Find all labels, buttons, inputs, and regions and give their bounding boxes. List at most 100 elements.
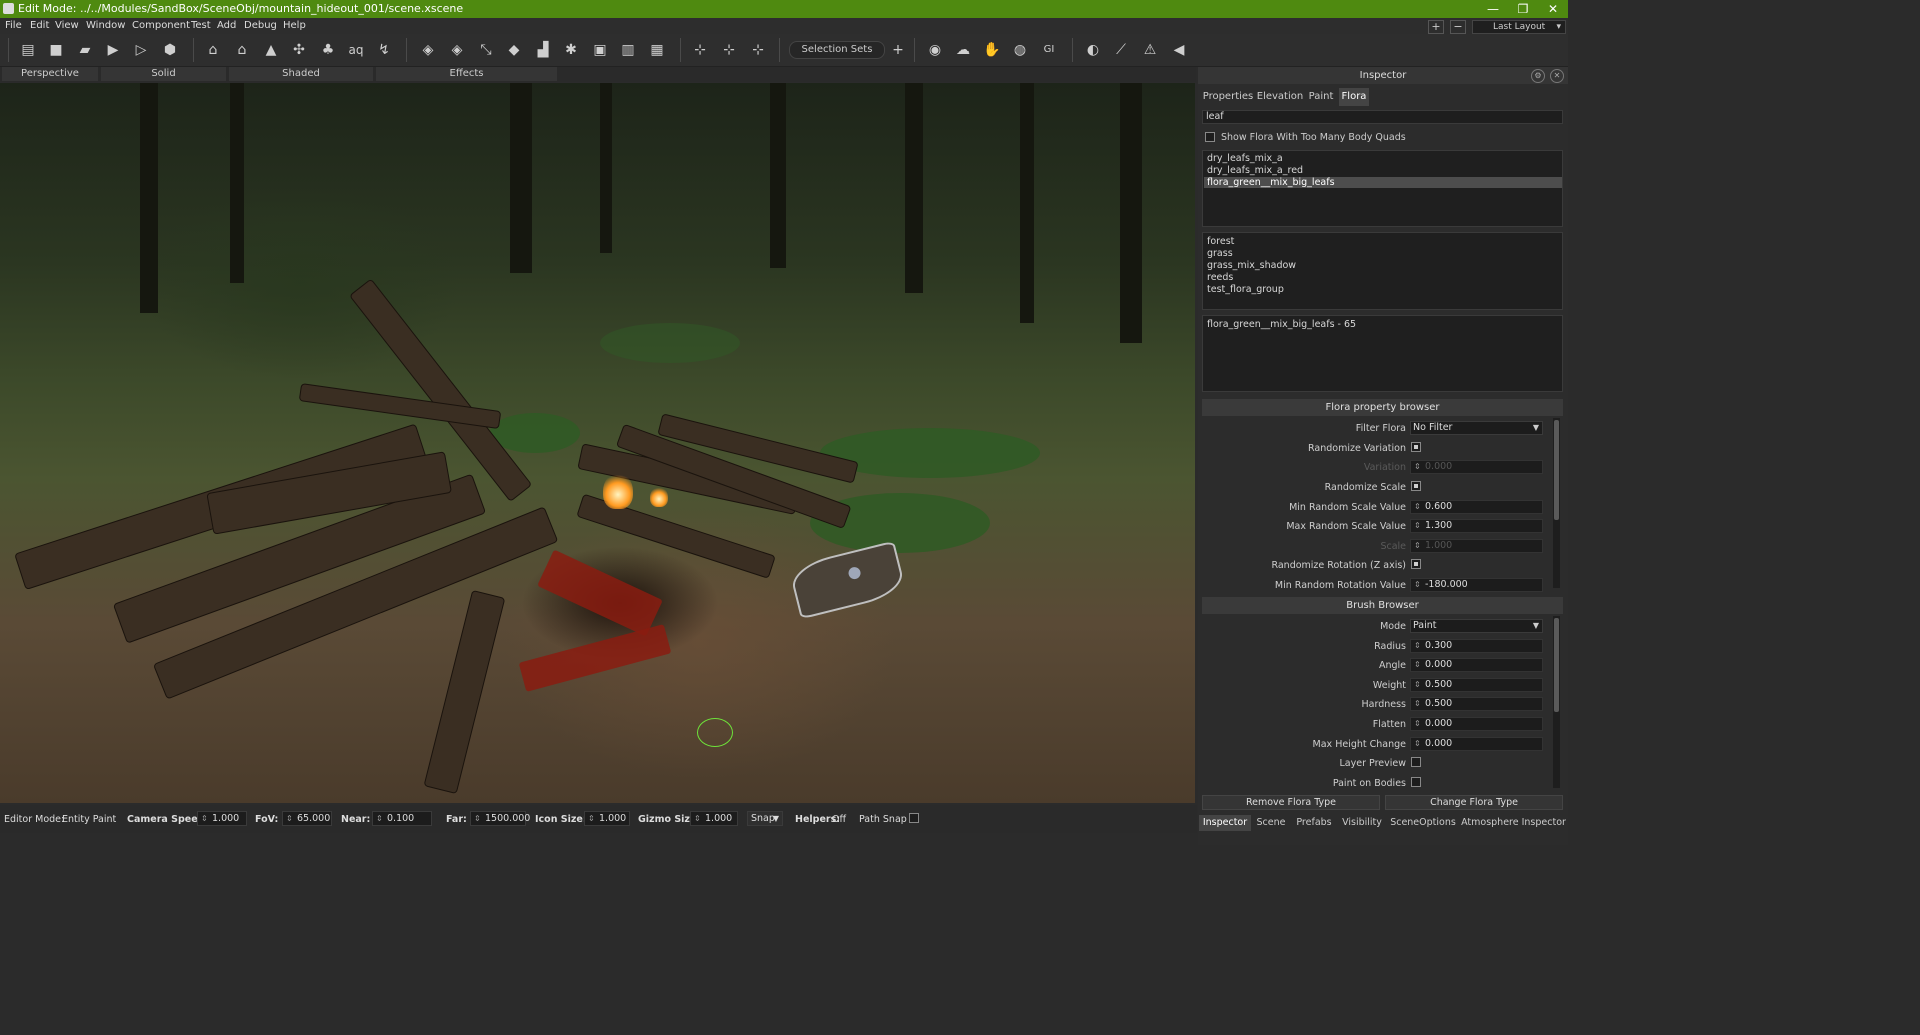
list-item[interactable]: flora_green__mix_big_leafs - 65 — [1207, 319, 1356, 330]
save-icon[interactable]: ■ — [47, 41, 65, 59]
warning-icon[interactable]: ⚠ — [1141, 41, 1159, 59]
tab-flora[interactable]: Flora — [1339, 88, 1369, 106]
build-icon[interactable]: ⬢ — [161, 41, 179, 59]
tab-shaded[interactable]: Shaded — [229, 67, 373, 81]
gi-icon[interactable]: GI — [1040, 41, 1058, 59]
menu-test[interactable]: Test — [191, 20, 211, 31]
flora-browser-scrollbar[interactable] — [1553, 418, 1560, 588]
flora-search-input[interactable]: leaf — [1202, 110, 1563, 124]
near-field[interactable]: ⇕ 0.100 — [372, 811, 432, 826]
minimize-button[interactable]: — — [1478, 0, 1508, 18]
pillar-icon[interactable]: ▥ — [619, 41, 637, 59]
scrollbar-thumb[interactable] — [1554, 420, 1559, 520]
layout-dropdown[interactable]: Last Layout ▾ — [1472, 20, 1566, 34]
close-icon[interactable]: ✕ — [1550, 69, 1564, 83]
flora-group-list[interactable]: forest grass grass_mix_shadow reeds test… — [1202, 232, 1563, 310]
play-outline-icon[interactable]: ▷ — [132, 41, 150, 59]
menu-add[interactable]: Add — [217, 20, 236, 31]
tab-elevation[interactable]: Elevation — [1256, 88, 1304, 106]
mask-icon[interactable]: ◐ — [1084, 41, 1102, 59]
house-alt-icon[interactable]: ⌂ — [233, 41, 251, 59]
radius-field[interactable]: ⇕ 0.300 — [1410, 639, 1543, 653]
randomize-scale-checkbox[interactable] — [1411, 481, 1421, 491]
menu-file[interactable]: File — [5, 20, 22, 31]
list-item[interactable]: grass_mix_shadow — [1207, 260, 1296, 271]
tree-icon[interactable]: ♣ — [319, 41, 337, 59]
list-item[interactable]: test_flora_group — [1207, 284, 1284, 295]
fov-field[interactable]: ⇕ 65.000 — [282, 811, 332, 826]
list-item-selected[interactable]: flora_green__mix_big_leafs — [1204, 177, 1562, 188]
gear-cluster-icon[interactable]: ✱ — [562, 41, 580, 59]
randomize-rotation-checkbox[interactable] — [1411, 559, 1421, 569]
far-field[interactable]: ⇕ 1500.000 — [470, 811, 530, 826]
add-selection-set-button[interactable]: + — [889, 41, 907, 59]
house-icon[interactable]: ⌂ — [204, 41, 222, 59]
weather-icon[interactable]: ☁ — [954, 41, 972, 59]
tab-inspector[interactable]: Inspector — [1199, 815, 1251, 831]
ai-text-icon[interactable]: aq — [347, 41, 365, 59]
list-item[interactable]: reeds — [1207, 272, 1233, 283]
play-icon[interactable]: ▶ — [104, 41, 122, 59]
flora-count-list[interactable]: flora_green__mix_big_leafs - 65 — [1202, 315, 1563, 392]
max-scale-field[interactable]: ⇕ 1.300 — [1410, 519, 1543, 533]
paint-on-bodies-checkbox[interactable] — [1411, 777, 1421, 787]
glove-icon[interactable]: ✋ — [983, 41, 1001, 59]
filter-flora-dropdown[interactable]: No Filter ▼ — [1410, 421, 1543, 435]
stairs-icon[interactable]: ▦ — [648, 41, 666, 59]
path-snap-checkbox[interactable] — [909, 813, 919, 823]
pivot-icon[interactable]: ⊹ — [720, 41, 738, 59]
list-item[interactable]: forest — [1207, 236, 1234, 247]
tab-effects[interactable]: Effects — [376, 67, 557, 81]
list-item[interactable]: dry_leafs_mix_a — [1207, 153, 1283, 164]
menu-view[interactable]: View — [55, 20, 79, 31]
angle-field[interactable]: ⇕ 0.000 — [1410, 658, 1543, 672]
terrain-icon[interactable]: ▲ — [262, 41, 280, 59]
gizmo-size-field[interactable]: ⇕ 1.000 — [690, 811, 738, 826]
cube-add-icon[interactable]: ◈ — [448, 41, 466, 59]
brush-browser-scrollbar[interactable] — [1553, 616, 1560, 788]
change-flora-type-button[interactable]: Change Flora Type — [1385, 795, 1563, 810]
tab-solid[interactable]: Solid — [101, 67, 226, 81]
settings-icon[interactable]: ⚙ — [1531, 69, 1545, 83]
selection-sets-field[interactable]: Selection Sets — [789, 41, 885, 59]
cube-small-icon[interactable]: ◆ — [505, 41, 523, 59]
snap-icon[interactable]: ⊹ — [691, 41, 709, 59]
menu-component[interactable]: Component — [132, 20, 190, 31]
min-scale-field[interactable]: ⇕ 0.600 — [1410, 500, 1543, 514]
open-folder-icon[interactable]: ▰ — [76, 41, 94, 59]
cube-icon[interactable]: ◈ — [419, 41, 437, 59]
restore-button[interactable]: ❐ — [1508, 0, 1538, 18]
hardness-field[interactable]: ⇕ 0.500 — [1410, 697, 1543, 711]
tab-scene-options[interactable]: SceneOptions — [1389, 815, 1457, 831]
layout-remove-button[interactable]: − — [1450, 20, 1466, 34]
tab-scene[interactable]: Scene — [1254, 815, 1288, 831]
camera-icon[interactable]: ◉ — [926, 41, 944, 59]
tab-atmosphere-inspector[interactable]: Atmosphere Inspector — [1461, 815, 1566, 831]
3d-viewport[interactable] — [0, 83, 1195, 803]
scrollbar-thumb[interactable] — [1554, 618, 1559, 712]
mode-dropdown[interactable]: Paint ▼ — [1410, 619, 1543, 633]
list-item[interactable]: dry_leafs_mix_a_red — [1207, 165, 1303, 176]
ruler-icon[interactable]: ⟋ — [1112, 41, 1130, 59]
min-rotation-field[interactable]: ⇕ -180.000 — [1410, 578, 1543, 592]
tab-paint[interactable]: Paint — [1306, 88, 1336, 106]
tab-visibility[interactable]: Visibility — [1339, 815, 1385, 831]
remove-flora-type-button[interactable]: Remove Flora Type — [1202, 795, 1380, 810]
helpers-value[interactable]: Off — [832, 814, 846, 825]
new-scene-icon[interactable]: ▤ — [19, 41, 37, 59]
randomize-variation-checkbox[interactable] — [1411, 442, 1421, 452]
building-icon[interactable]: ▟ — [534, 41, 552, 59]
axis-icon[interactable]: ⊹ — [749, 41, 767, 59]
layer-preview-checkbox[interactable] — [1411, 757, 1421, 767]
show-flora-quads-checkbox[interactable] — [1205, 132, 1215, 142]
menu-edit[interactable]: Edit — [30, 20, 49, 31]
weight-field[interactable]: ⇕ 0.500 — [1410, 678, 1543, 692]
tab-properties[interactable]: Properties — [1202, 88, 1254, 106]
eye-icon[interactable]: ◍ — [1011, 41, 1029, 59]
transform-icon[interactable]: ✣ — [290, 41, 308, 59]
wire-cube-icon[interactable]: ▣ — [591, 41, 609, 59]
path-icon[interactable]: ↯ — [375, 41, 393, 59]
layout-add-button[interactable]: + — [1428, 20, 1444, 34]
sound-icon[interactable]: ◀ — [1170, 41, 1188, 59]
menu-help[interactable]: Help — [283, 20, 306, 31]
